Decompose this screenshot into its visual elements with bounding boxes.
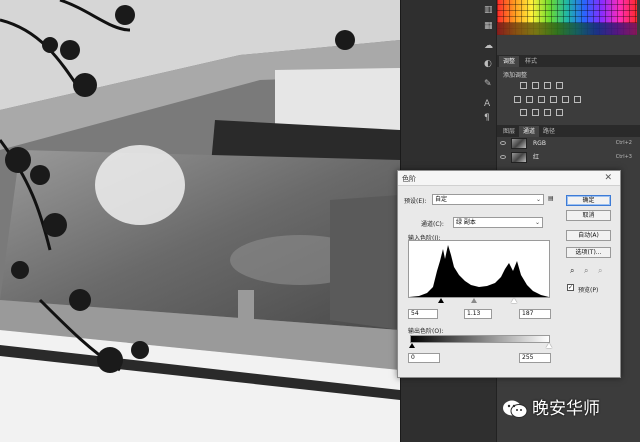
tab-styles[interactable]: 样式 [521,56,541,67]
output-black-slider[interactable] [409,343,415,348]
tab-adjustments[interactable]: 调整 [499,56,520,67]
levels-icon[interactable] [532,82,539,89]
input-black-slider[interactable] [438,298,444,303]
wechat-icon [503,400,528,418]
preset-label: 预设(E): [404,198,427,205]
layers-tabbar: 图层 通道 路径 [497,125,640,137]
vibrance-icon[interactable] [514,96,521,103]
ok-button[interactable]: 确定 [566,195,611,206]
exposure-icon[interactable] [556,82,563,89]
channel-row[interactable]: 红 Ctrl+3 [500,151,636,164]
tab-paths[interactable]: 路径 [539,126,559,137]
hue-icon[interactable] [526,96,533,103]
black-eyedropper-icon[interactable]: ⌕ [570,266,574,276]
channel-thumbnail [511,152,527,163]
brush-icon[interactable]: ✎ [484,80,492,89]
output-black-field[interactable]: 0 [408,353,440,363]
swatches-panel[interactable] [497,0,637,35]
curves-icon[interactable] [544,82,551,89]
color-icon[interactable]: ▥ [484,6,493,15]
channel-shortcut: Ctrl+2 [615,140,632,146]
adjustments-tabbar: 调整 样式 [497,55,640,67]
photo-filter-icon[interactable] [562,96,569,103]
dialog-titlebar[interactable]: 色阶 ✕ [398,171,620,186]
input-black-field[interactable]: 54 [408,309,438,319]
auto-button[interactable]: 自动(A) [566,230,611,241]
output-white-slider[interactable] [546,343,552,348]
input-gamma-field[interactable]: 1.13 [464,309,492,319]
options-button[interactable]: 选项(T)... [566,247,611,258]
swatch-icon[interactable]: ▦ [484,22,493,31]
watermark-text: 晚安华师 [532,399,600,419]
gray-eyedropper-icon[interactable]: ⌕ [584,266,588,276]
invert-icon[interactable] [520,109,527,116]
gradient-map-icon[interactable] [556,109,563,116]
preview-label: 预览(P) [578,287,599,294]
chevron-down-icon: ⌄ [535,196,541,203]
brightness-icon[interactable] [520,82,527,89]
output-levels-label: 输出色阶(O): [408,328,444,335]
tab-channels[interactable]: 通道 [519,126,540,137]
eye-icon[interactable] [500,141,506,145]
channel-value: 绿 副本 [456,219,476,226]
photo-canvas[interactable] [0,0,400,442]
character-icon[interactable]: A [484,100,490,109]
adjust-icon[interactable]: ◐ [484,60,492,69]
eye-icon[interactable] [500,155,506,159]
channel-name: RGB [533,140,546,147]
channel-select[interactable]: 绿 副本 ⌄ [453,217,543,228]
input-white-slider[interactable] [511,298,517,303]
dialog-title: 色阶 [402,175,416,183]
threshold-icon[interactable] [544,109,551,116]
channel-mixer-icon[interactable] [574,96,581,103]
channel-thumbnail [511,138,527,149]
channel-shortcut: Ctrl+3 [615,154,632,160]
tab-layers[interactable]: 图层 [499,126,519,137]
input-white-field[interactable]: 187 [519,309,551,319]
histogram [408,240,550,298]
library-icon[interactable]: ☁ [484,42,493,51]
channel-row[interactable]: RGB Ctrl+2 [500,137,636,150]
black-white-icon[interactable] [550,96,557,103]
color-balance-icon[interactable] [538,96,545,103]
histogram-graph [409,245,549,297]
preset-options-icon[interactable]: ▤ [548,195,554,202]
posterize-icon[interactable] [532,109,539,116]
adjustments-subtitle: 添加调整 [503,72,528,79]
paragraph-icon[interactable]: ¶ [484,114,490,123]
output-white-field[interactable]: 255 [519,353,551,363]
close-icon[interactable]: ✕ [604,173,612,183]
output-gradient [410,335,550,343]
chevron-down-icon: ⌄ [534,219,540,226]
photo-image [0,0,400,442]
input-gamma-slider[interactable] [471,298,477,303]
white-eyedropper-icon[interactable]: ⌕ [598,266,602,276]
preset-select[interactable]: 自定 ⌄ [432,194,544,205]
channel-label: 通道(C): [421,221,444,228]
channel-name: 红 [533,154,540,161]
cancel-button[interactable]: 取消 [566,210,611,221]
preview-checkbox[interactable]: ✓ [567,284,574,291]
preset-value: 自定 [435,196,448,203]
